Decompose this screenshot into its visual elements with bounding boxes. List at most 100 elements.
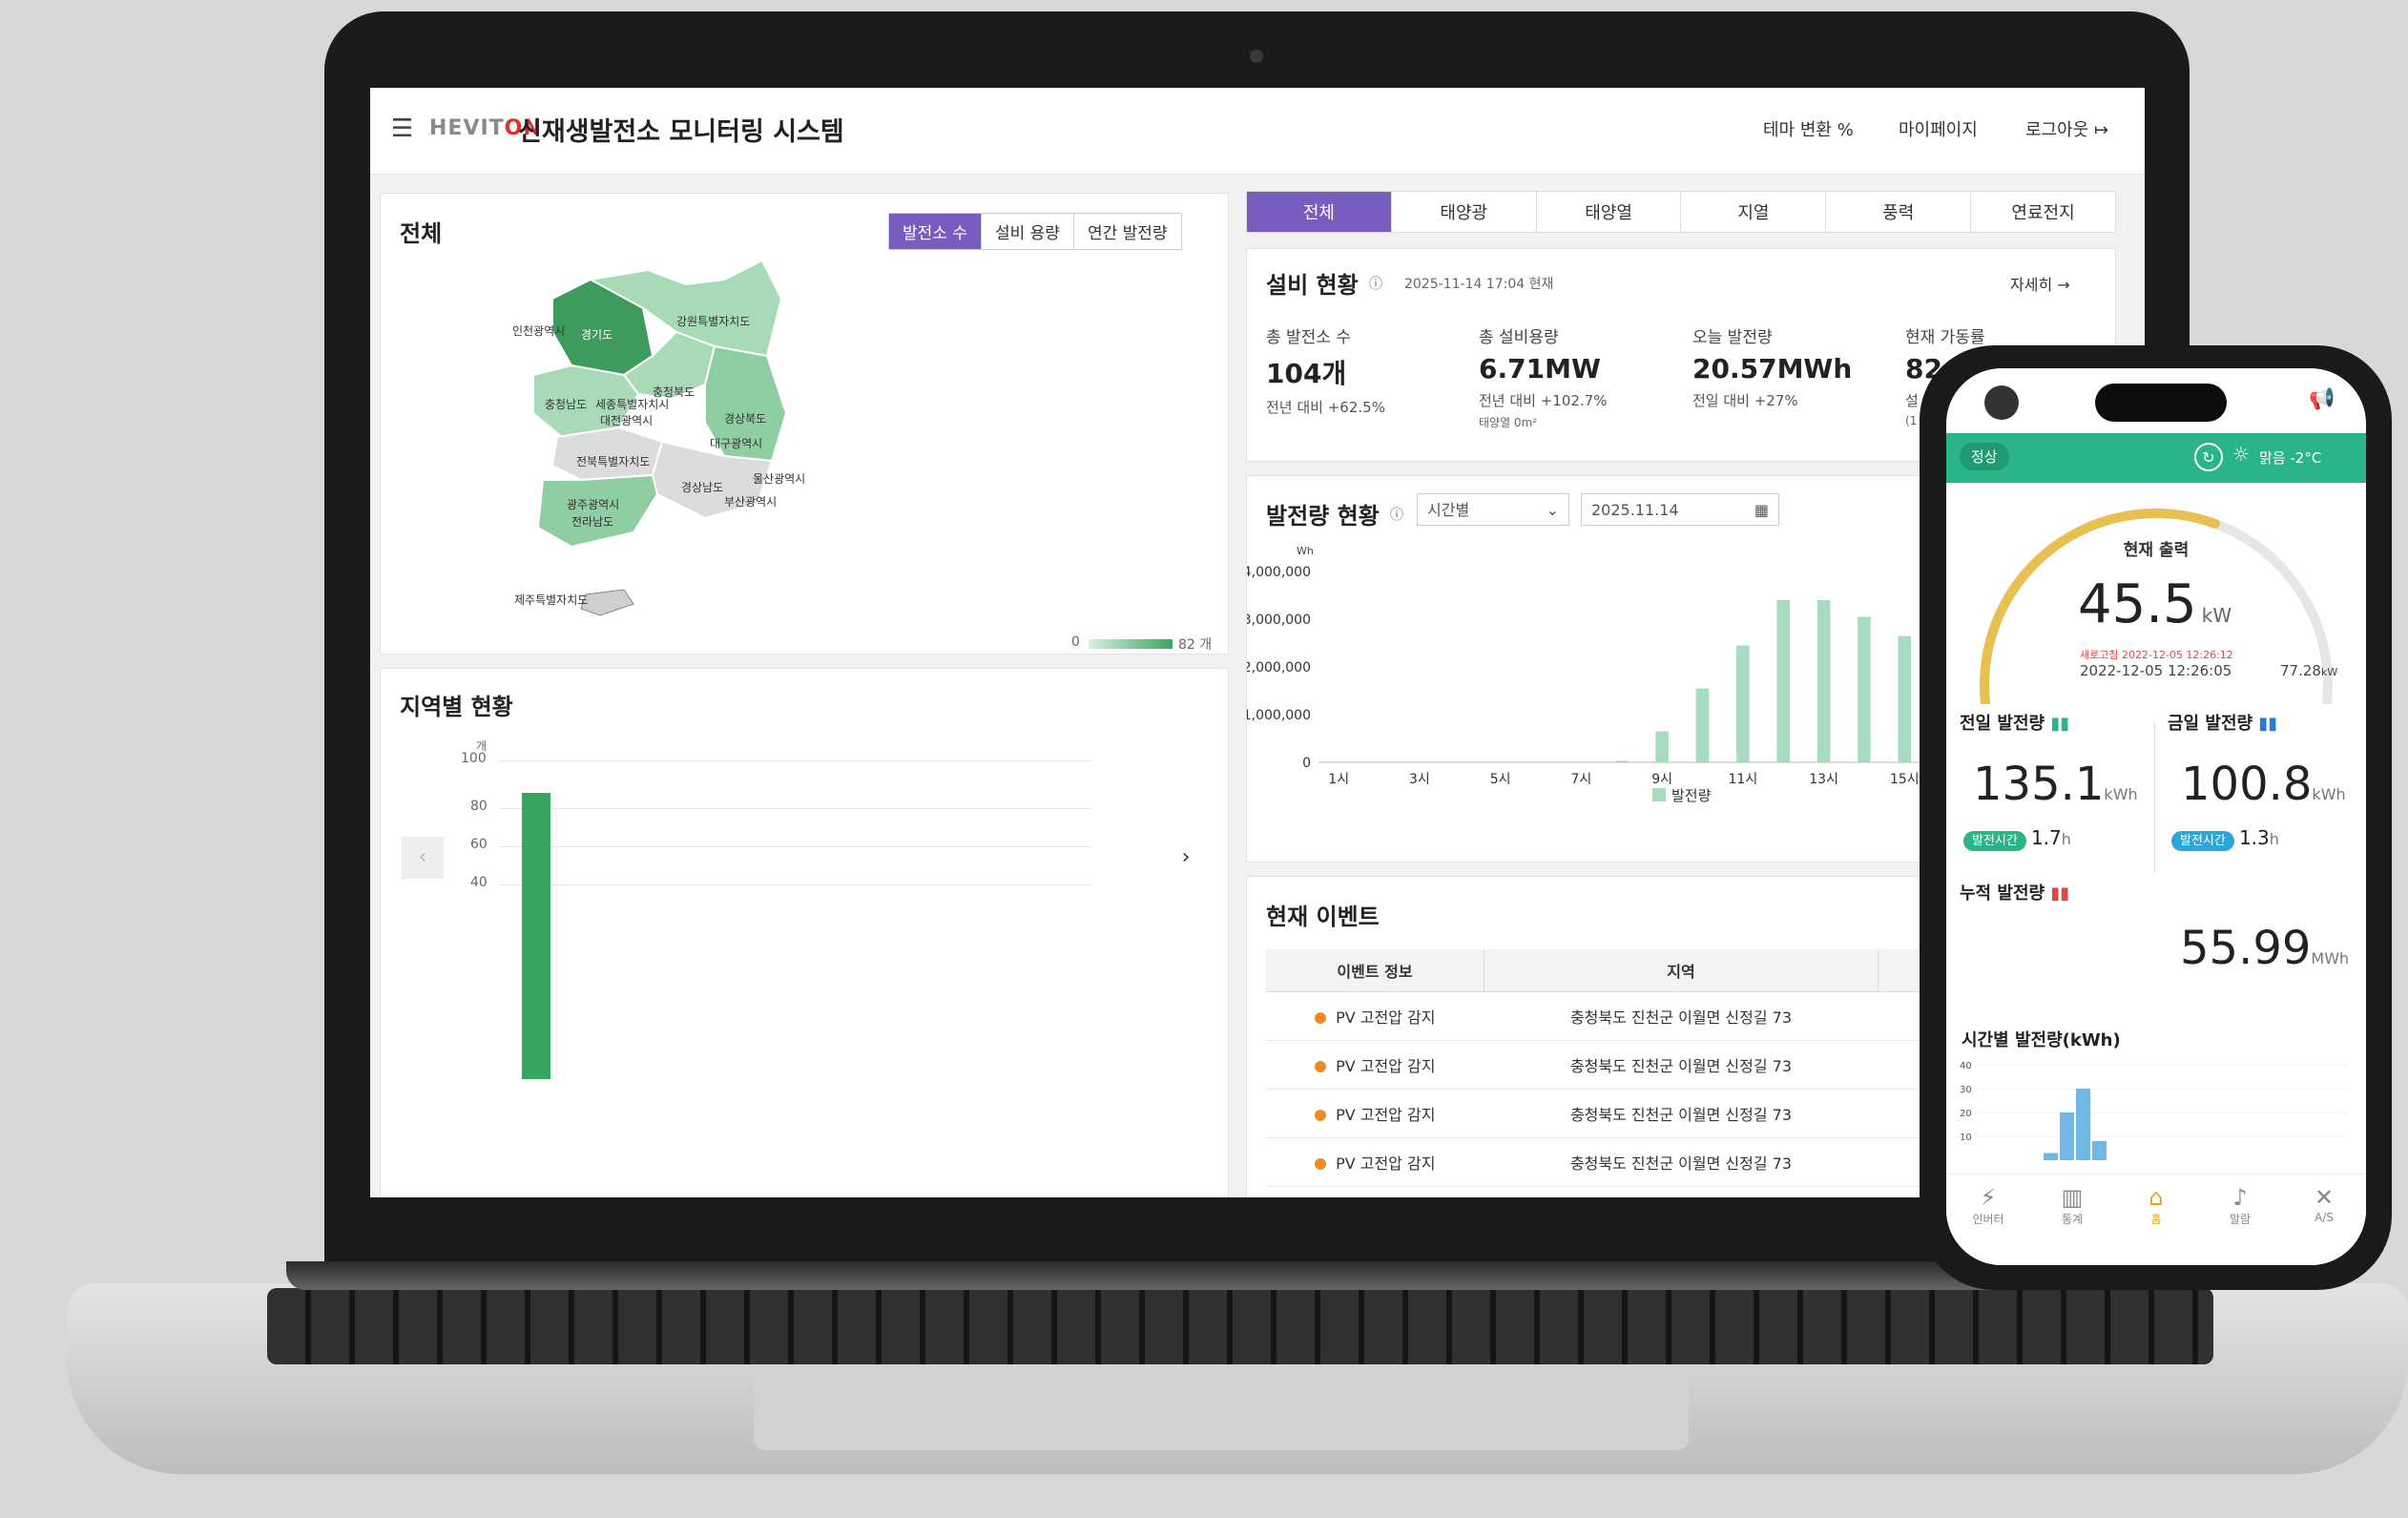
prev-arrow-button[interactable]: ‹ [402, 837, 444, 879]
toggle-annual-generation[interactable]: 연간 발전량 [1072, 214, 1181, 249]
tab-wind[interactable]: 풍력 [1825, 192, 1970, 232]
date-input[interactable]: 2025.11.14 ▦ [1581, 493, 1779, 526]
grid-line [500, 808, 1091, 809]
tab-solar-pv[interactable]: 태양광 [1390, 192, 1536, 232]
map-label-gangwon: 강원특별자치도 [676, 315, 750, 328]
bar-chart-icon: ▮▮ [2050, 884, 2070, 904]
menu-icon[interactable]: ☰ [391, 116, 414, 141]
inverter-icon: ⚡ [1980, 1184, 1997, 1211]
theme-toggle-link[interactable]: 테마 변환 % [1763, 116, 1854, 141]
info-icon[interactable]: ⓘ [1390, 505, 1403, 524]
nav-stats[interactable]: ▥ 통계 [2030, 1175, 2114, 1265]
korea-map: 강원특별자치도 인천광역시 경기도 충청북도 충청남도 세종특별자치시 대전광역… [512, 259, 805, 616]
next-arrow-button[interactable]: › [1165, 837, 1207, 879]
chevron-down-icon: ⌄ [1546, 501, 1559, 519]
yesterday-label: 전일 발전량 ▮▮ [1960, 714, 2070, 734]
logout-link[interactable]: 로그아웃 ↦ [2025, 116, 2108, 141]
legend-max: 82 개 [1178, 637, 1213, 653]
col-region: 지역 [1484, 949, 1879, 992]
weather-text: 맑음 -2°C [2259, 449, 2322, 467]
nav-inverter[interactable]: ⚡ 인버터 [1946, 1175, 2030, 1265]
x-tick-label: 15시 [1890, 772, 1920, 787]
refresh-note: 새로고침 2022-12-05 12:26:12 [2080, 649, 2233, 661]
map-label-busan: 부산광역시 [724, 495, 777, 509]
y-tick-label: 0 [1302, 756, 1311, 771]
laptop-trackpad [754, 1374, 1689, 1450]
tab-geothermal[interactable]: 지열 [1680, 192, 1825, 232]
map-label-daegu: 대구광역시 [710, 437, 762, 450]
hourly-bar [2044, 1153, 2058, 1160]
hourly-tick-label: 10 [1960, 1133, 1972, 1143]
overview-card: 전체 발전소 수 설비 용량 연간 발전량 강원특별자치도 인천광역시 경기도 … [380, 193, 1229, 655]
map-region-jeonbuk[interactable] [550, 426, 664, 482]
chart-bar [1776, 600, 1791, 762]
map-label-gyeongbuk: 경상북도 [724, 412, 766, 426]
calendar-icon: ▦ [1754, 501, 1769, 519]
y-axis-unit: Wh [1297, 545, 1314, 557]
chart-bar [1695, 688, 1710, 762]
stat-plant-count: 총 발전소 수 104개 전년 대비 +62.5% [1266, 328, 1385, 416]
x-tick-label: 1시 [1328, 772, 1349, 787]
chart-bar [1858, 616, 1871, 762]
bar-chart-icon: ▮▮ [2258, 714, 2278, 734]
theme-icon: % [1837, 120, 1854, 140]
stat-today-generation: 오늘 발전량 20.57MWh 전일 대비 +27% [1692, 328, 1853, 409]
top-bar: ☰ HEVITON 신재생발전소 모니터링 시스템 테마 변환 % 마이페이지 … [370, 88, 2145, 175]
map-label-daejeon: 대전광역시 [600, 414, 653, 427]
hourly-tick-label: 40 [1960, 1061, 1972, 1071]
bell-icon: ♪ [2232, 1184, 2248, 1211]
map-label-gwangju: 광주광역시 [567, 498, 619, 511]
tab-all[interactable]: 전체 [1247, 192, 1391, 232]
col-event-info: 이벤트 정보 [1266, 949, 1484, 992]
nav-home[interactable]: ⌂ 홈 [2114, 1175, 2198, 1265]
grid-line [500, 846, 1091, 847]
nav-alarm[interactable]: ♪ 알람 [2198, 1175, 2282, 1265]
regional-ytick-40: 40 [470, 875, 488, 890]
today-hours: 발전시간 1.3h [2171, 826, 2279, 851]
app-title: 신재생발전소 모니터링 시스템 [518, 117, 844, 147]
regional-ytick-60: 60 [470, 837, 488, 852]
tab-solar-thermal[interactable]: 태양열 [1535, 192, 1681, 232]
nav-service[interactable]: ✕ A/S [2282, 1175, 2366, 1265]
map-region-jeju[interactable] [580, 589, 634, 616]
chart-bar [1736, 645, 1750, 762]
info-icon[interactable]: ⓘ [1369, 274, 1382, 293]
grid-line [500, 760, 1091, 761]
period-select[interactable]: 시간별 ⌄ [1417, 493, 1569, 526]
equipment-title: 설비 현황 [1266, 272, 1359, 299]
more-link[interactable]: 자세히 → [2010, 272, 2070, 295]
regional-card: 지역별 현황 개 100 80 60 40 ‹ › [380, 668, 1229, 1197]
map-label-gyeonggi: 경기도 [581, 328, 612, 342]
warning-dot-icon [1315, 1158, 1327, 1170]
megaphone-icon[interactable]: 📢 [2309, 387, 2335, 411]
hourly-bar-chart: 40 30 20 10 [1960, 1061, 2347, 1160]
cumulative-value: 55.99MWh [2180, 922, 2350, 975]
laptop-camera [1250, 50, 1263, 63]
profile-avatar-icon[interactable] [1984, 385, 2019, 420]
stats-icon: ▥ [2061, 1184, 2084, 1211]
capacity-value: 77.28kW [2280, 662, 2338, 679]
divider [2154, 721, 2155, 874]
tab-fuel-cell[interactable]: 연료전지 [1970, 192, 2115, 232]
yesterday-hours: 발전시간 1.7h [1963, 826, 2071, 851]
phone-screen: 📢 정상 ↻ ☼ 맑음 -2°C 현재 출력 45.5 kW 새로고침 2022… [1946, 368, 2366, 1265]
map-label-jeonnam: 전라남도 [571, 515, 613, 529]
toggle-capacity[interactable]: 설비 용량 [980, 214, 1073, 249]
x-tick-label: 9시 [1651, 772, 1672, 787]
hourly-bar [2092, 1141, 2107, 1160]
today-label: 금일 발전량 ▮▮ [2168, 714, 2278, 734]
laptop-keyboard [267, 1288, 2213, 1364]
map-label-chungbuk: 충청북도 [653, 385, 695, 399]
y-tick-label: 4,000,000 [1247, 565, 1311, 580]
chart-bar [1816, 600, 1831, 762]
equipment-timestamp: 2025-11-14 17:04 현재 [1404, 277, 1554, 292]
chart-bar [1655, 731, 1669, 762]
cumulative-label: 누적 발전량 ▮▮ [1960, 884, 2070, 904]
refresh-icon[interactable]: ↻ [2194, 443, 2223, 471]
mypage-link[interactable]: 마이페이지 [1899, 116, 1978, 141]
chart-bar [1898, 635, 1912, 762]
today-value: 100.8kWh [2181, 758, 2346, 811]
map-label-sejong: 세종특별자치시 [595, 398, 669, 411]
status-badge: 정상 [1960, 443, 2009, 470]
y-tick-label: 2,000,000 [1247, 660, 1311, 676]
